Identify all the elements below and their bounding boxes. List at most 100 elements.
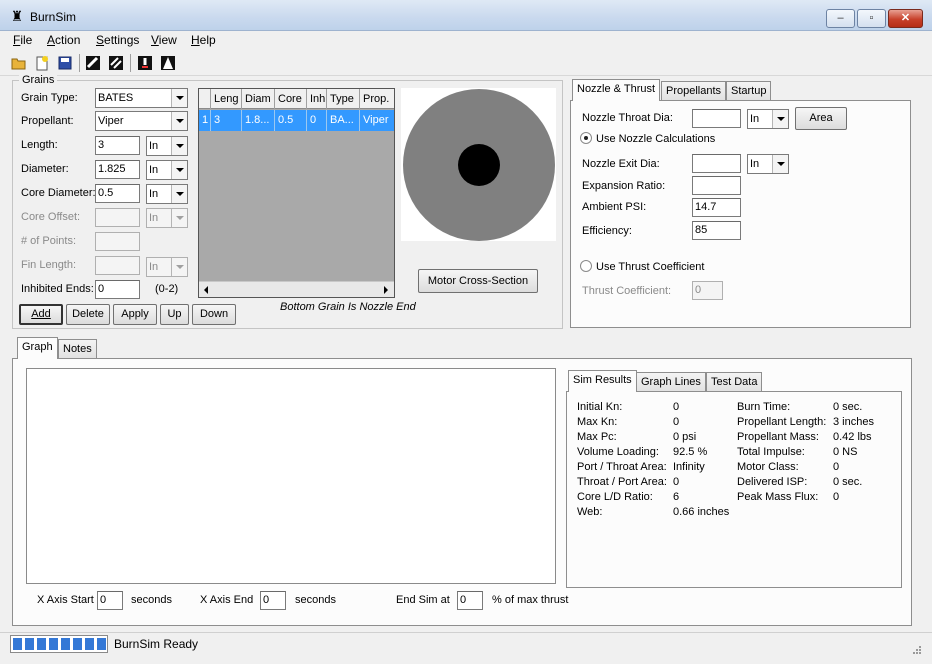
- use-nozzle-calc-label: Use Nozzle Calculations: [596, 133, 716, 145]
- motor-cross-section-button[interactable]: Motor Cross-Section: [418, 269, 538, 293]
- new-file-icon[interactable]: [33, 54, 51, 72]
- result-value: 3 inches: [833, 416, 874, 428]
- menu-action[interactable]: Action: [47, 33, 80, 47]
- column-header-inhibited[interactable]: Inh: [307, 89, 327, 109]
- result-value: 0 sec.: [833, 401, 863, 413]
- menu-view[interactable]: View: [151, 33, 177, 47]
- result-value: Infinity: [673, 461, 705, 473]
- menu-help[interactable]: Help: [191, 33, 216, 47]
- end-sim-unit: % of max thrust: [492, 594, 569, 606]
- move-down-button[interactable]: Down: [192, 304, 236, 325]
- minimize-button[interactable]: –: [826, 9, 855, 28]
- use-nozzle-calc-radio[interactable]: [580, 132, 592, 144]
- table-row[interactable]: 1 3 1.8... 0.5 0 BA... Viper: [199, 110, 394, 131]
- core-offset-unit-select[interactable]: In: [146, 208, 188, 228]
- run-sim-icon[interactable]: [136, 54, 154, 72]
- tab-graph[interactable]: Graph: [17, 337, 58, 359]
- grain-tool-2-icon[interactable]: [107, 54, 125, 72]
- fin-length-unit-select[interactable]: In: [146, 257, 188, 277]
- result-label: Burn Time:: [737, 401, 791, 413]
- nozzle-throat-unit-select[interactable]: In: [747, 109, 789, 129]
- menu-file[interactable]: File: [13, 33, 32, 47]
- close-button[interactable]: ✕: [888, 9, 923, 28]
- core-offset-label: Core Offset:: [21, 211, 81, 223]
- length-unit-select[interactable]: In: [146, 136, 188, 156]
- thrust-coef-input[interactable]: 0: [692, 281, 723, 300]
- tab-test-data[interactable]: Test Data: [706, 372, 763, 392]
- column-header-propellant[interactable]: Prop.: [360, 89, 394, 109]
- nozzle-throat-label: Nozzle Throat Dia:: [582, 112, 673, 124]
- tab-propellants[interactable]: Propellants: [661, 81, 727, 101]
- resize-grip-icon[interactable]: [910, 645, 922, 657]
- column-header-type[interactable]: Type: [327, 89, 360, 109]
- table-horizontal-scrollbar[interactable]: [199, 281, 394, 297]
- save-disk-icon[interactable]: [56, 54, 74, 72]
- x-axis-start-unit: seconds: [131, 594, 172, 606]
- delete-grain-button[interactable]: Delete: [66, 304, 110, 325]
- nozzle-throat-input[interactable]: [692, 109, 741, 128]
- points-input[interactable]: [95, 232, 140, 251]
- diameter-unit-select[interactable]: In: [146, 160, 188, 180]
- nozzle-exit-input[interactable]: [692, 154, 741, 173]
- length-input[interactable]: 3: [95, 136, 140, 155]
- scroll-right-icon[interactable]: [378, 282, 394, 297]
- maximize-button[interactable]: ▫: [857, 9, 886, 28]
- menu-bar: File Action Settings View Help: [0, 31, 932, 50]
- core-diameter-input[interactable]: 0.5: [95, 184, 140, 203]
- tab-graph-lines[interactable]: Graph Lines: [636, 372, 706, 392]
- chevron-down-icon: [772, 155, 788, 173]
- motor-icon[interactable]: [159, 54, 177, 72]
- grains-legend: Grains: [19, 74, 58, 86]
- result-value: 92.5 %: [673, 446, 708, 458]
- inhibited-ends-input[interactable]: 0: [95, 280, 140, 299]
- tab-nozzle-thrust[interactable]: Nozzle & Thrust: [572, 79, 661, 101]
- column-header-core[interactable]: Core: [275, 89, 307, 109]
- chevron-down-icon: [171, 89, 187, 107]
- result-label: Initial Kn:: [577, 401, 623, 413]
- fin-length-input[interactable]: [95, 256, 140, 275]
- core-diameter-label: Core Diameter:: [21, 187, 96, 199]
- scroll-left-icon[interactable]: [199, 282, 215, 297]
- add-grain-button[interactable]: Add: [19, 304, 63, 325]
- result-label: Volume Loading:: [577, 446, 659, 458]
- x-axis-end-input[interactable]: 0: [260, 591, 286, 610]
- diameter-input[interactable]: 1.825: [95, 160, 140, 179]
- progress-block: [85, 638, 94, 650]
- core-offset-input[interactable]: [95, 208, 140, 227]
- end-sim-input[interactable]: 0: [457, 591, 483, 610]
- apply-grain-button[interactable]: Apply: [113, 304, 157, 325]
- grain-type-select[interactable]: BATES: [95, 88, 188, 108]
- open-folder-icon[interactable]: [10, 54, 28, 72]
- tab-startup[interactable]: Startup: [726, 81, 772, 101]
- area-button[interactable]: Area: [795, 107, 847, 130]
- core-diameter-unit-select[interactable]: In: [146, 184, 188, 204]
- grain-tool-1-icon[interactable]: [84, 54, 102, 72]
- result-value: 0.42 lbs: [833, 431, 872, 443]
- nozzle-exit-unit-select[interactable]: In: [747, 154, 789, 174]
- column-header-length[interactable]: Leng: [211, 89, 242, 109]
- end-sim-label: End Sim at: [396, 594, 450, 606]
- efficiency-input[interactable]: 85: [692, 221, 741, 240]
- ambient-psi-input[interactable]: 14.7: [692, 198, 741, 217]
- propellant-label: Propellant:: [21, 115, 74, 127]
- result-value: 0: [673, 476, 680, 488]
- table-cell: BA...: [327, 110, 360, 131]
- expansion-ratio-input[interactable]: [692, 176, 741, 195]
- table-cell: 0: [307, 110, 327, 131]
- x-axis-start-input[interactable]: 0: [97, 591, 123, 610]
- use-thrust-coef-radio[interactable]: [580, 260, 592, 272]
- inhibited-range-hint: (0-2): [155, 283, 179, 295]
- result-label: Max Pc:: [577, 431, 617, 443]
- move-up-button[interactable]: Up: [160, 304, 189, 325]
- column-header-diameter[interactable]: Diam: [242, 89, 275, 109]
- tab-sim-results[interactable]: Sim Results: [568, 370, 637, 392]
- toolbar-separator: [79, 54, 80, 72]
- inhibited-ends-label: Inhibited Ends:: [21, 283, 94, 295]
- menu-settings[interactable]: Settings: [96, 33, 139, 47]
- graph-area[interactable]: [26, 368, 556, 584]
- table-cell: 1: [199, 110, 211, 131]
- propellant-select[interactable]: Viper: [95, 111, 188, 131]
- grain-table-header: Leng Diam Core Inh Type Prop.: [199, 89, 394, 109]
- toolbar-separator: [130, 54, 131, 72]
- tab-notes[interactable]: Notes: [58, 339, 97, 359]
